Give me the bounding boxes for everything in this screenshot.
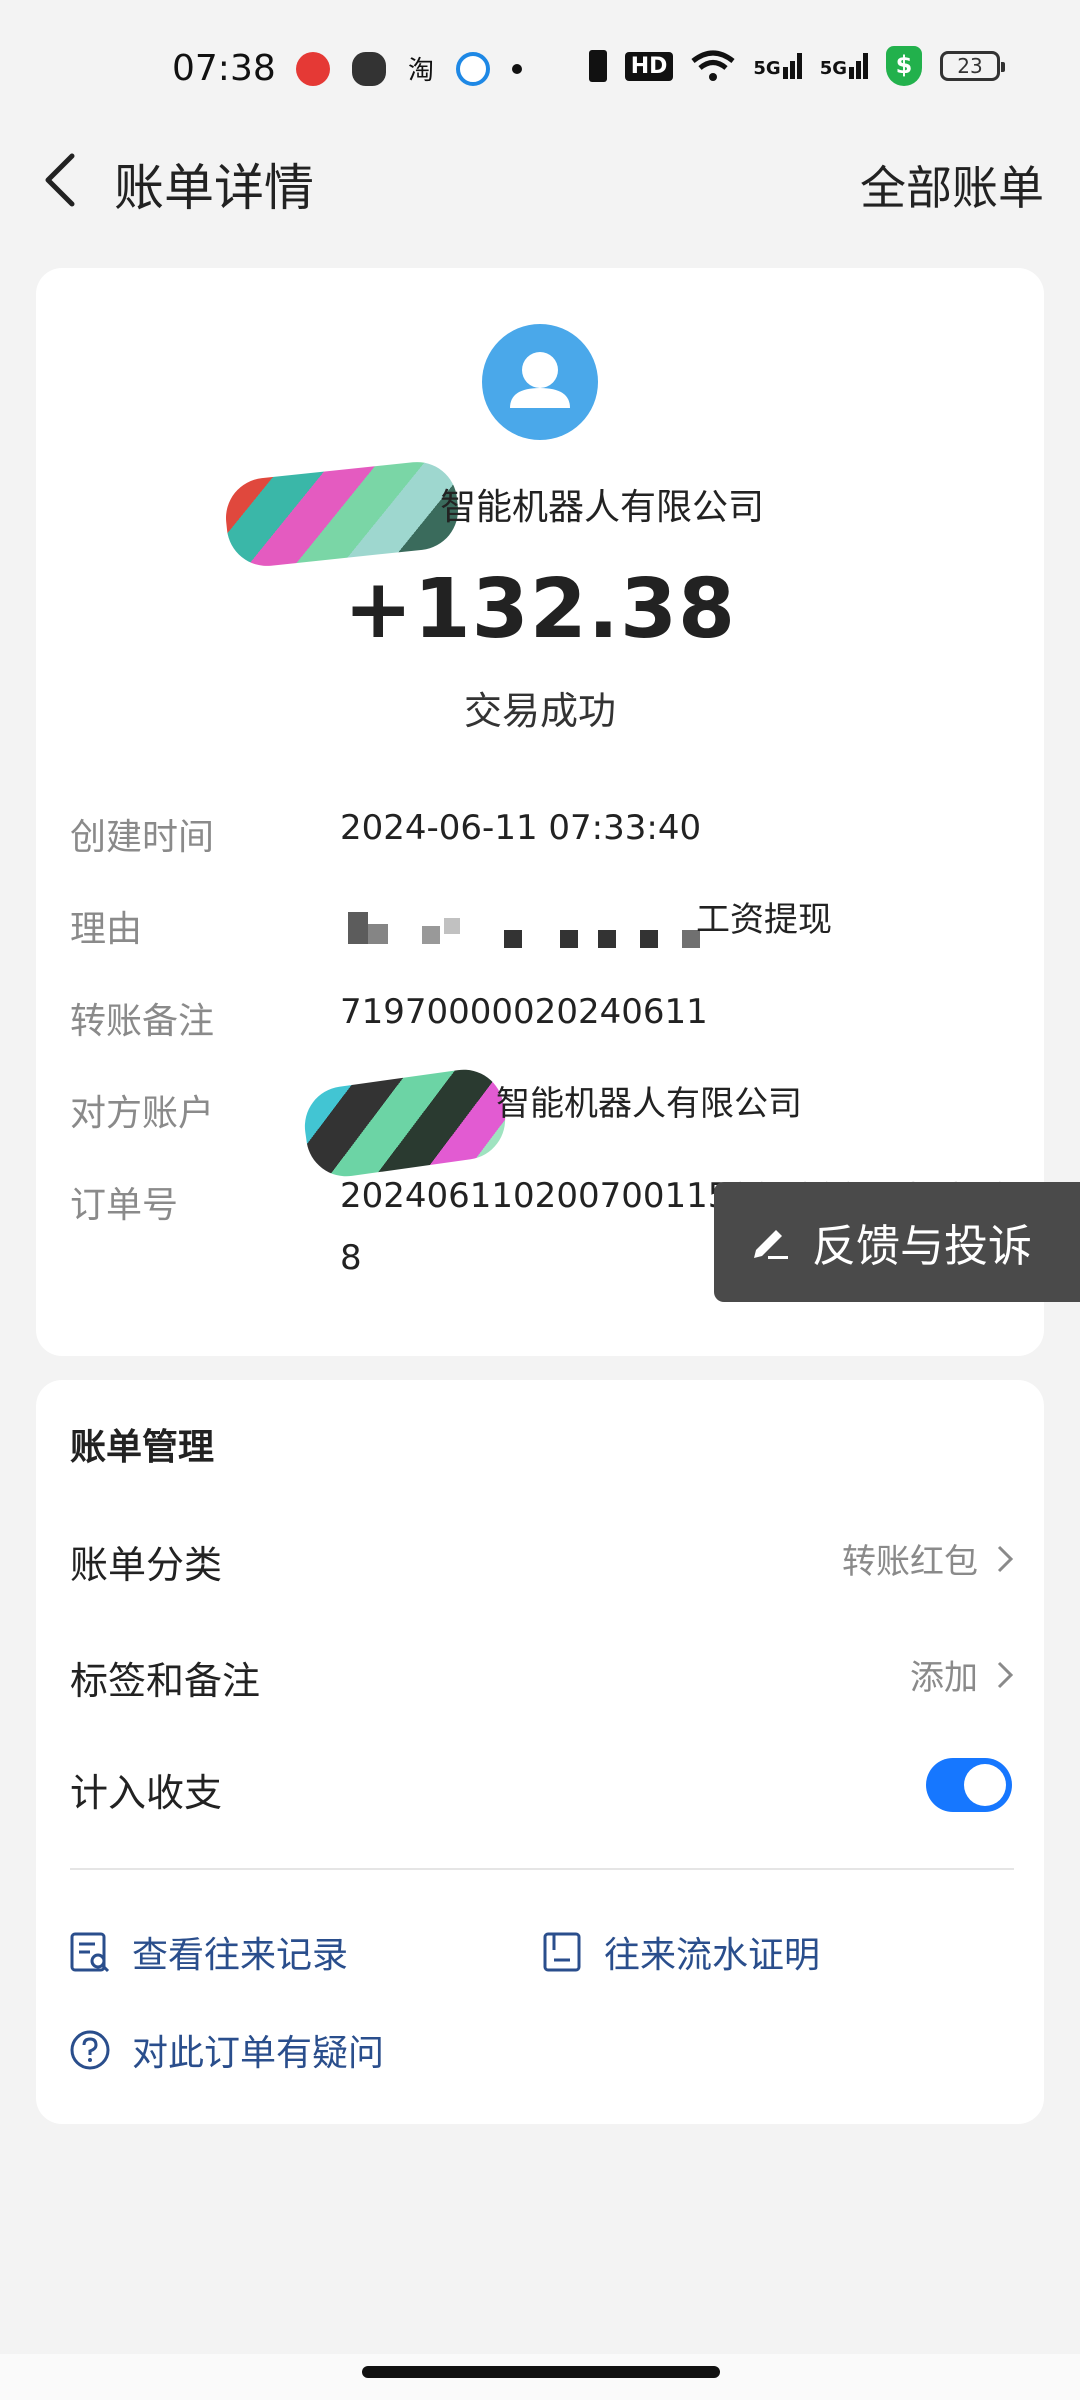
category-row[interactable]: 转账红包 [842, 1534, 1014, 1583]
weibo-icon [296, 51, 330, 86]
tags-row[interactable]: 添加 [910, 1650, 1014, 1699]
manage-title: 账单管理 [70, 1427, 215, 1468]
signal-5g-icon: 5G [753, 53, 802, 79]
avatar [482, 324, 598, 440]
include-toggle[interactable] [926, 1758, 1012, 1812]
signal-5g-label: 5G [753, 58, 781, 79]
transaction-status: 交易成功 [463, 689, 616, 733]
statement-proof-link[interactable]: 往来流水证明 [540, 1926, 820, 1978]
created-time-value: 2024-06-11 07:33:40 [340, 808, 702, 848]
home-indicator[interactable] [362, 2366, 720, 2378]
tags-value: 添加 [910, 1658, 978, 1698]
view-records-label: 查看往来记录 [132, 1935, 349, 1976]
all-bills-link[interactable]: 全部账单 [860, 152, 1044, 218]
page-title: 账单详情 [114, 159, 314, 217]
counterparty-label: 对方账户 [70, 1093, 215, 1134]
question-icon [70, 2030, 110, 2070]
dot-icon [512, 63, 523, 74]
back-icon[interactable] [38, 150, 82, 210]
hd-icon: HD [624, 51, 674, 81]
edit-icon [754, 1230, 788, 1259]
order-number-label: 订单号 [70, 1185, 179, 1226]
security-shield-icon: $ [886, 46, 922, 86]
created-time-label: 创建时间 [70, 817, 215, 858]
bill-manage-card [36, 1380, 1044, 2124]
tags-label: 标签和备注 [70, 1659, 261, 1703]
app-icon [456, 51, 491, 86]
transfer-note-value: 71970000020240611 [340, 992, 708, 1032]
user-icon [510, 352, 570, 408]
records-icon [70, 1932, 110, 1973]
category-label: 账单分类 [70, 1543, 223, 1587]
document-icon [543, 1932, 581, 1972]
order-question-label: 对此订单有疑问 [132, 2033, 385, 2074]
feedback-label: 反馈与投诉 [812, 1221, 1032, 1272]
reason-value: 工资提现 [696, 900, 832, 940]
transfer-note-label: 转账备注 [70, 1001, 215, 1042]
order-number-value-cont: 8 [340, 1238, 362, 1278]
battery-icon: 23 [940, 51, 1005, 81]
include-label: 计入收支 [70, 1771, 223, 1815]
feedback-button[interactable]: 反馈与投诉 [714, 1182, 1080, 1302]
chevron-right-icon [997, 1545, 1014, 1572]
redacted-pixels [340, 908, 700, 948]
vibrate-icon [588, 50, 607, 82]
reason-label: 理由 [70, 909, 143, 950]
status-time: 07:38 [172, 48, 276, 89]
status-notification-icons: 淘 [296, 50, 523, 87]
order-question-link[interactable]: 对此订单有疑问 [68, 2024, 384, 2076]
divider [70, 1868, 1014, 1870]
amount: +132.38 [343, 562, 737, 657]
category-value: 转账红包 [842, 1542, 978, 1582]
wechat-icon [352, 51, 386, 86]
status-bar: 07:38 淘 HD 5G 5G $ 23 [0, 0, 1080, 140]
statement-proof-label: 往来流水证明 [604, 1935, 821, 1976]
taobao-icon: 淘 [408, 56, 435, 86]
status-system-icons: HD 5G 5G $ 23 [588, 46, 1005, 86]
payee-name: 智能机器人有限公司 [440, 487, 765, 528]
chevron-right-icon [997, 1661, 1014, 1688]
counterparty-value: 智能机器人有限公司 [496, 1084, 802, 1124]
wifi-icon [691, 50, 735, 81]
view-records-link[interactable]: 查看往来记录 [68, 1926, 348, 1978]
signal-5g-label: 5G [819, 58, 847, 79]
signal-5g-icon: 5G [820, 53, 868, 79]
